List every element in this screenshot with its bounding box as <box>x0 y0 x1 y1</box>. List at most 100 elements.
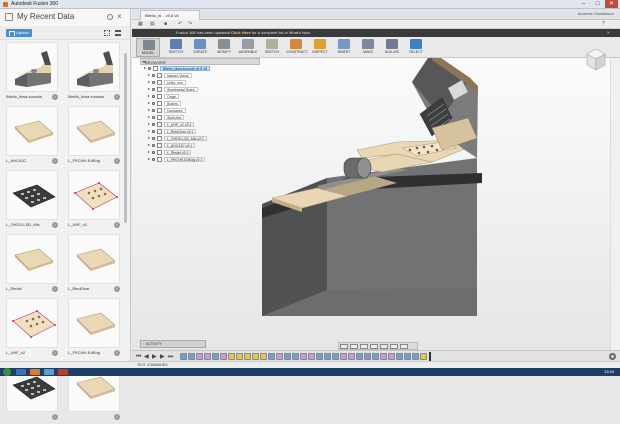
design-thumbnail[interactable] <box>6 170 58 220</box>
expand-arrow-icon[interactable] <box>148 130 150 132</box>
timeline-feature-icon[interactable] <box>220 353 227 360</box>
timeline-feature-icon[interactable] <box>412 353 419 360</box>
visibility-icon[interactable] <box>152 123 155 126</box>
design-thumbnail[interactable] <box>6 298 58 348</box>
browser-header[interactable]: BROWSER <box>140 58 260 65</box>
visibility-icon[interactable] <box>152 130 155 133</box>
recent-data-card[interactable]: L_FRCHH-EdEdg i <box>66 298 122 360</box>
design-thumbnail[interactable] <box>68 234 120 284</box>
taskbar-app-icon[interactable] <box>16 369 26 375</box>
visibility-icon[interactable] <box>152 109 155 112</box>
timeline-feature-icon[interactable] <box>372 353 379 360</box>
taskbar-app-icon[interactable] <box>44 369 54 375</box>
design-thumbnail[interactable] <box>68 106 120 156</box>
zoom-icon[interactable] <box>370 344 378 349</box>
expand-arrow-icon[interactable] <box>148 151 150 153</box>
timeline-feature-icon[interactable] <box>380 353 387 360</box>
visibility-icon[interactable] <box>152 102 155 105</box>
recent-data-card[interactable]: L_OHDS-LSD_Mis i <box>4 170 60 232</box>
expand-arrow-icon[interactable] <box>148 95 150 97</box>
canvas-scrollbar[interactable] <box>610 58 620 350</box>
list-view-icon[interactable] <box>115 30 121 36</box>
ribbon-insert-button[interactable]: INSERT <box>334 38 354 57</box>
recent-data-card[interactable]: L_UHF_v2 i <box>4 298 60 360</box>
browser-node[interactable]: Origin <box>140 93 260 100</box>
ribbon-modify-button[interactable]: MODIFY <box>214 38 234 57</box>
visibility-icon[interactable] <box>152 158 155 161</box>
browser-node[interactable]: L_OHDS-LSD_Mis v2:1 <box>140 135 260 142</box>
timeline-start-icon[interactable]: ⏮ <box>136 354 141 360</box>
browser-node[interactable]: L_AHC41C v2:1 <box>140 142 260 149</box>
visibility-icon[interactable] <box>152 88 155 91</box>
timeline-feature-icon[interactable] <box>252 353 259 360</box>
timeline-feature-icon[interactable] <box>236 353 243 360</box>
info-icon[interactable]: i <box>114 286 120 292</box>
display-settings-icon[interactable] <box>390 344 398 349</box>
activity-bar[interactable]: ACTIVITY <box>140 340 206 348</box>
taskbar-app-icon[interactable] <box>58 369 68 375</box>
recent-data-card[interactable]: Bitelio_biwa konsole i <box>4 42 60 104</box>
close-button[interactable]: ✕ <box>605 0 618 8</box>
ribbon-add-ins-button[interactable]: ADD-INS <box>382 38 402 57</box>
design-thumbnail[interactable] <box>6 234 58 284</box>
timeline-feature-icon[interactable] <box>276 353 283 360</box>
look-at-icon[interactable] <box>350 344 358 349</box>
timeline-back-icon[interactable]: ◀ <box>144 354 149 360</box>
expand-arrow-icon[interactable] <box>148 81 150 83</box>
recent-data-card[interactable]: L_FRCHH-EdEdg i <box>66 106 122 168</box>
info-icon[interactable]: i <box>114 222 120 228</box>
design-thumbnail[interactable] <box>6 106 58 156</box>
back-icon[interactable] <box>5 13 13 21</box>
browser-node[interactable]: Bodies <box>140 100 260 107</box>
browser-node[interactable]: Named Views <box>140 72 260 79</box>
info-icon[interactable]: i <box>52 222 58 228</box>
timeline-feature-icon[interactable] <box>260 353 267 360</box>
undo-icon[interactable]: ↶ <box>178 21 182 27</box>
ribbon-sketch-button[interactable]: SKETCH <box>166 38 186 57</box>
timeline-settings-icon[interactable] <box>609 353 616 360</box>
expand-arrow-icon[interactable] <box>148 116 150 118</box>
ribbon-create-button[interactable]: CREATE <box>190 38 210 57</box>
expand-arrow-icon[interactable] <box>148 109 150 111</box>
data-panel-scrollbar[interactable] <box>124 53 127 223</box>
visibility-icon[interactable] <box>152 95 155 98</box>
timeline-feature-icon[interactable] <box>364 353 371 360</box>
info-icon[interactable]: i <box>114 158 120 164</box>
recent-data-card[interactable]: Bitelio_biwa konsole i <box>66 42 122 104</box>
ribbon-assemble-button[interactable]: ASSEMBLE <box>238 38 258 57</box>
view-cube[interactable] <box>584 46 608 74</box>
browser-node[interactable]: L_UHF_v2 v2:1 <box>140 121 260 128</box>
ribbon-make-button[interactable]: MAKE <box>358 38 378 57</box>
browser-node[interactable]: L_Riedel v2:1 <box>140 149 260 156</box>
expand-arrow-icon[interactable] <box>148 88 150 90</box>
close-panel-icon[interactable]: × <box>117 13 124 21</box>
start-button[interactable] <box>3 368 11 376</box>
timeline-feature-icon[interactable] <box>180 353 187 360</box>
timeline-feature-icon[interactable] <box>292 353 299 360</box>
visibility-icon[interactable] <box>152 151 155 154</box>
expand-arrow-icon[interactable] <box>148 137 150 139</box>
info-icon[interactable]: i <box>52 158 58 164</box>
info-icon[interactable]: i <box>52 286 58 292</box>
info-icon[interactable]: i <box>114 350 120 356</box>
timeline-feature-icon[interactable] <box>404 353 411 360</box>
expand-arrow-icon[interactable] <box>148 102 150 104</box>
timeline-feature-icon[interactable] <box>212 353 219 360</box>
upload-button[interactable]: Upload <box>6 29 32 37</box>
browser-node[interactable]: Units: mm <box>140 79 260 86</box>
browser-node[interactable]: Sketches <box>140 114 260 121</box>
timeline-feature-icon[interactable] <box>388 353 395 360</box>
timeline-end-icon[interactable]: ⏭ <box>168 354 173 360</box>
browser-node[interactable]: L_FRCHH-EdEdg v2:1 <box>140 156 260 163</box>
fit-icon[interactable] <box>380 344 388 349</box>
info-icon[interactable]: i <box>114 94 120 100</box>
grid-settings-icon[interactable] <box>400 344 408 349</box>
recent-data-card[interactable]: L_Riedel i <box>4 234 60 296</box>
design-thumbnail[interactable] <box>68 42 120 92</box>
taskbar-app-icon[interactable] <box>30 369 40 375</box>
timeline-feature-icon[interactable] <box>196 353 203 360</box>
info-icon[interactable]: i <box>114 414 120 420</box>
timeline-feature-icon[interactable] <box>188 353 195 360</box>
timeline-forward-icon[interactable]: ▶ <box>160 354 165 360</box>
timeline-feature-icon[interactable] <box>284 353 291 360</box>
